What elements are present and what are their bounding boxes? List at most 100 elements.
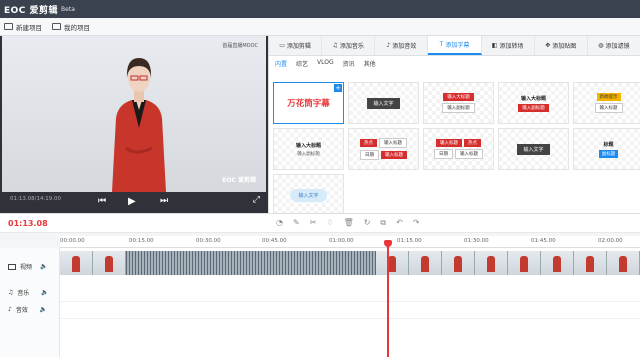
watermark-bottom: EOC 爱剪辑 [222, 177, 256, 184]
caption-text: 输入标题 [455, 149, 483, 159]
caption-text: 输入大标题 [443, 93, 474, 101]
caption-row: 日期 输入标题 [434, 149, 483, 159]
my-projects-label: 我的项目 [64, 23, 90, 32]
filter-icon: ◍ [598, 42, 604, 49]
caption-subtext: 副标题 [598, 149, 619, 158]
next-frame-icon[interactable]: ⏭ [160, 196, 168, 206]
music-track[interactable] [60, 286, 640, 302]
subtab-variety[interactable]: 综艺 [296, 59, 308, 68]
caption-card[interactable]: 输入文字 [348, 82, 419, 124]
volume-icon[interactable]: 🔈 [40, 306, 47, 313]
audio-waveform [126, 251, 376, 275]
caption-card[interactable]: 输入大标题 输入副标题 [273, 128, 344, 170]
previous-frame-icon[interactable]: ⏮ [98, 196, 106, 206]
track-name: 音乐 [17, 290, 30, 297]
caption-card[interactable]: 输入文字 [273, 174, 344, 216]
caption-card[interactable]: + 万花筒字幕 [273, 82, 344, 124]
tab-label: 添加字幕 [445, 42, 470, 49]
title-bar: EOC 爱剪辑 Beta [0, 0, 640, 18]
timeline-tracks [60, 248, 640, 357]
redo-icon[interactable]: ↷ [413, 218, 420, 228]
ruler-tick: 01:30.00 [464, 238, 489, 244]
clip-thumbnail [475, 251, 508, 275]
caption-subtext: 输入标题 [594, 103, 623, 113]
video-track-icon [8, 263, 16, 270]
watermark-top: 首届直播MOOC [222, 43, 258, 49]
ruler-tick: 00:00.00 [60, 238, 85, 244]
caption-card[interactable]: 热点 输入标题 日期 输入标题 [348, 128, 419, 170]
caption-card[interactable]: 输入大标题 输入副标题 [423, 82, 494, 124]
new-project-label: 新建项目 [16, 23, 42, 32]
clip-thumbnail [574, 251, 607, 275]
caption-card[interactable]: 输入标题 热点 日期 输入标题 [423, 128, 494, 170]
preview-player: 首届直播MOOC EOC 爱剪辑 01:13.08/14:19.00 ⏮ ▶ ⏭… [0, 36, 268, 213]
new-project-button[interactable]: 新建项目 [4, 22, 42, 32]
edit-icon[interactable]: ✎ [293, 218, 300, 228]
video-track-clip[interactable] [60, 251, 640, 275]
sfx-track[interactable] [60, 303, 640, 319]
tab-add-clip[interactable]: ▭ 添加剪辑 [269, 36, 323, 55]
video-frame[interactable]: 首届直播MOOC EOC 爱剪辑 [2, 36, 266, 192]
track-name: 视频 [20, 264, 33, 271]
app-logo: EOC 爱剪辑 [4, 5, 59, 16]
new-project-icon [4, 23, 13, 30]
timeline-tools: ◔ ✎ ✂ ♢ 🗑 ↻ ⧉ ↶ ↷ [276, 218, 420, 228]
tab-label: 添加剪辑 [286, 43, 311, 50]
main-tabs: ▭ 添加剪辑 ♫ 添加音乐 ♪ 添加音效 T 添加字幕 ◧ 添加转场 ✥ 添加贴图 ◍ 添加滤… [269, 36, 640, 56]
undo-icon[interactable]: ↶ [396, 218, 403, 228]
caption-text: 日期 [360, 150, 379, 160]
refresh-icon[interactable]: ↻ [364, 218, 371, 228]
caption-row: 输入标题 热点 [436, 139, 481, 147]
subtab-other[interactable]: 其他 [364, 59, 376, 68]
cut-icon[interactable]: ✂ [310, 218, 317, 228]
ruler-tick: 00:30.00 [196, 238, 221, 244]
subtab-news[interactable]: 资讯 [343, 59, 355, 68]
caption-text: 输入文字 [290, 188, 327, 202]
caption-card[interactable]: 新闻提示 输入标题 [573, 82, 640, 124]
clip-thumbnail [442, 251, 475, 275]
caption-subtext: 输入副标题 [518, 103, 549, 112]
tab-add-sticker[interactable]: ✥ 添加贴图 [535, 36, 588, 55]
sound-effect-icon: ♪ [8, 306, 12, 313]
sticker-icon: ✥ [545, 42, 551, 49]
caption-row: 热点 输入标题 [360, 138, 407, 148]
clip-thumbnail [508, 251, 541, 275]
bell-icon[interactable]: ♢ [326, 218, 333, 228]
volume-icon[interactable]: 🔈 [41, 289, 48, 296]
caption-subtext: 输入副标题 [442, 103, 475, 113]
tab-add-music[interactable]: ♫ 添加音乐 [322, 36, 376, 55]
caption-card[interactable]: 输入大标题 输入副标题 [498, 82, 569, 124]
transition-icon: ◧ [491, 42, 498, 49]
sound-effect-icon: ♪ [386, 42, 391, 49]
speed-icon[interactable]: ◔ [276, 218, 283, 228]
my-projects-button[interactable]: 我的项目 [52, 22, 90, 32]
music-track-label: ♫ 音乐 🔈 [8, 288, 49, 297]
subtab-builtin[interactable]: 内置 [275, 59, 287, 68]
play-icon[interactable]: ▶ [128, 196, 136, 207]
tab-add-sound-effect[interactable]: ♪ 添加音效 [375, 36, 429, 55]
subtab-vlog[interactable]: VLOG [317, 59, 334, 68]
clip-thumbnail [376, 251, 409, 275]
playhead[interactable] [387, 240, 389, 357]
sfx-track-label: ♪ 音效 🔈 [8, 305, 47, 314]
copy-icon[interactable]: ⧉ [380, 218, 386, 228]
fullscreen-icon[interactable]: ⤢ [253, 195, 260, 205]
tab-add-subtitle[interactable]: T 添加字幕 [428, 36, 482, 55]
tab-add-transition[interactable]: ◧ 添加转场 [482, 36, 535, 55]
timeline-ruler[interactable]: 00:00.00 00:15.00 00:30.00 00:45.00 01:0… [60, 236, 640, 248]
caption-card[interactable]: 标题 副标题 [573, 128, 640, 170]
top-toolbar: 新建项目 我的项目 [0, 18, 640, 36]
tab-add-filter[interactable]: ◍ 添加滤镜 [588, 36, 640, 55]
text-icon: T [439, 41, 444, 48]
asset-panel: ▭ 添加剪辑 ♫ 添加音乐 ♪ 添加音效 T 添加字幕 ◧ 添加转场 ✥ 添加贴图 ◍ 添加滤… [268, 36, 640, 216]
delete-icon[interactable]: 🗑 [344, 218, 354, 228]
volume-icon[interactable]: 🔈 [40, 263, 47, 270]
track-headers: 视频 🔈 ♫ 音乐 🔈 ♪ 音效 🔈 [0, 248, 60, 357]
caption-card[interactable]: 输入文字 [498, 128, 569, 170]
tab-label: 添加贴图 [552, 43, 577, 50]
app-edition: Beta [61, 5, 75, 13]
ruler-tick: 02:00.00 [598, 238, 623, 244]
clip-thumbnail [93, 251, 126, 275]
track-name: 音效 [15, 307, 28, 314]
add-icon[interactable]: + [334, 84, 342, 92]
